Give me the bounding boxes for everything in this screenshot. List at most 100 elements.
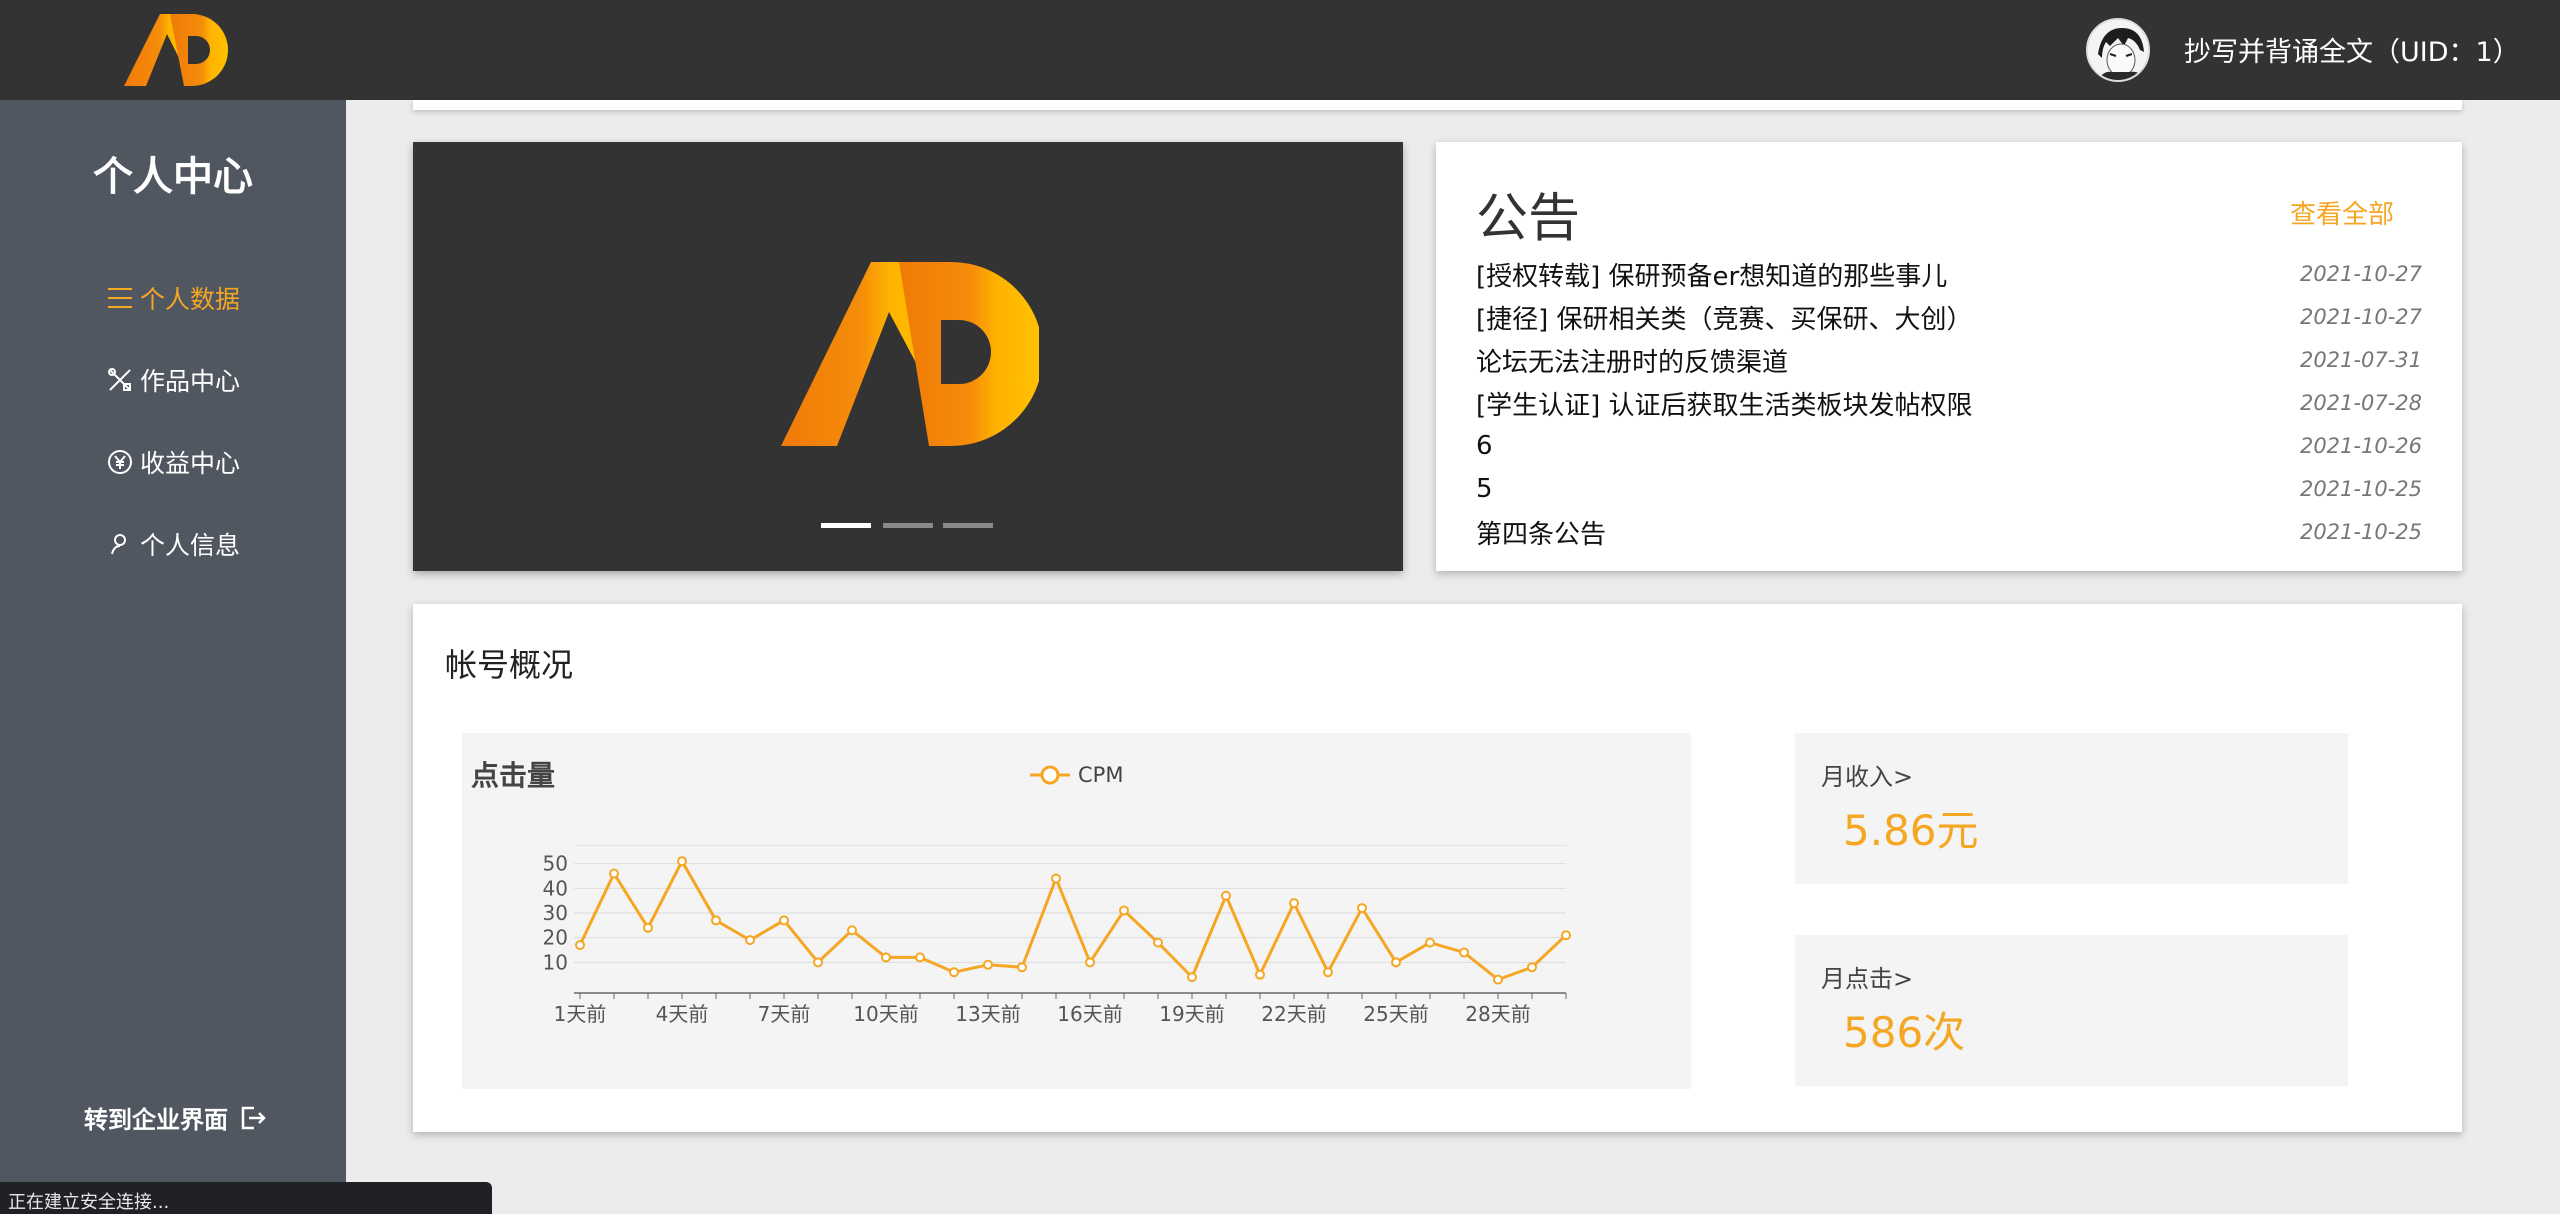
- x-tick-label: 22天前: [1261, 1002, 1326, 1026]
- notice-item[interactable]: [学生认证] 认证后获取生活类板块发帖权限 2021-07-28: [1476, 383, 2422, 423]
- data-point: [1085, 957, 1095, 968]
- notice-item[interactable]: 第四条公告 2021-10-25: [1476, 512, 2422, 552]
- notice-item[interactable]: 6 2021-10-26: [1476, 426, 2422, 466]
- brand-logo[interactable]: [122, 12, 228, 90]
- sidebar-title: 个人中心: [93, 154, 253, 200]
- brand-logo-large: [781, 262, 1039, 446]
- data-point: [1561, 930, 1571, 941]
- data-point: [1153, 937, 1163, 948]
- notice-item-date: 2021-07-31: [2299, 348, 2422, 372]
- data-point: [1323, 967, 1333, 978]
- notice-item[interactable]: [捷径] 保研相关类（竞赛、买保研、大创） 2021-10-27: [1476, 297, 2422, 337]
- data-point: [1527, 962, 1537, 973]
- tools-icon: [106, 366, 134, 394]
- data-point: [915, 952, 925, 963]
- data-point: [1017, 962, 1027, 973]
- data-point: [1357, 903, 1367, 914]
- data-point: [711, 915, 721, 926]
- data-point: [1051, 873, 1061, 884]
- data-point: [677, 856, 687, 867]
- user-avatar[interactable]: [2086, 18, 2150, 82]
- clicks-chart: 点击量 CPM 10 20 30 40 50 1天前 4天前 7天前 10天前 13天前 16天前 1…: [462, 733, 1691, 1089]
- yen-icon: [106, 448, 134, 476]
- carousel-dot-1[interactable]: [821, 523, 871, 528]
- monthly-clicks-value: 586次: [1843, 1008, 1966, 1057]
- data-point: [1119, 905, 1129, 916]
- sidebar-item-label: 个人信息: [139, 531, 240, 560]
- notice-item-title: 论坛无法注册时的反馈渠道: [1476, 347, 1789, 378]
- notice-panel: 公告 查看全部 [授权转载] 保研预备er想知道的那些事儿 2021-10-27…: [1436, 142, 2462, 571]
- carousel-dot-3[interactable]: [943, 523, 993, 528]
- monthly-income-label: 月收入>: [1821, 763, 1914, 791]
- avatar-image: [2088, 20, 2148, 80]
- notice-title: 公告: [1476, 189, 1581, 249]
- data-point: [1391, 957, 1401, 968]
- sidebar-item-label: 个人数据: [139, 285, 240, 314]
- username-label[interactable]: 抄写并背诵全文（UID：1）: [2184, 30, 2520, 69]
- notice-item-title: [授权转载] 保研预备er想知道的那些事儿: [1476, 261, 1948, 292]
- notice-item-title: [学生认证] 认证后获取生活类板块发帖权限: [1476, 390, 1973, 421]
- x-tick-label: 1天前: [554, 1002, 607, 1026]
- banner-carousel[interactable]: [413, 142, 1403, 571]
- chart-canvas: 点击量 CPM 1020304050 1天前 4天前 7天前 10天前 13天前 16天前 1…: [471, 759, 1571, 1026]
- legend-label: CPM: [1078, 763, 1123, 787]
- y-tick-label: 20: [543, 926, 568, 950]
- data-point: [1289, 898, 1299, 909]
- sidebar-item-works[interactable]: 作品中心: [0, 358, 346, 402]
- data-point: [847, 925, 857, 936]
- data-point: [881, 952, 891, 963]
- y-tick-label: 40: [543, 876, 568, 900]
- notice-item-date: 2021-10-25: [2299, 477, 2422, 501]
- data-point: [1425, 937, 1435, 948]
- carousel-dot-2[interactable]: [883, 523, 933, 528]
- sidebar-item-label: 收益中心: [139, 449, 240, 478]
- data-point: [643, 922, 653, 933]
- monthly-income-card[interactable]: 月收入> 5.86元: [1795, 733, 2348, 884]
- data-point: [779, 915, 789, 926]
- logout-icon: [240, 1105, 266, 1131]
- notice-item-date: 2021-10-27: [2299, 305, 2422, 329]
- legend-marker: [1040, 765, 1060, 785]
- account-overview-panel: 帐号概况 点击量 CPM 10 20 30 40 50 1天前 4天前 7天前 10天前 13天前…: [413, 604, 2462, 1132]
- sidebar-item-personal-data[interactable]: 个人数据: [0, 276, 346, 320]
- data-point: [1459, 947, 1469, 958]
- notice-item-title: 5: [1476, 474, 1493, 504]
- sidebar-item-income[interactable]: 收益中心: [0, 440, 346, 484]
- data-point: [813, 957, 823, 968]
- notice-item-title: [捷径] 保研相关类（竞赛、买保研、大创）: [1476, 304, 1973, 335]
- menu-icon: [106, 284, 134, 312]
- notice-item-date: 2021-07-28: [2299, 391, 2422, 415]
- top-bar: 抄写并背诵全文（UID：1）: [0, 0, 2560, 100]
- data-point: [1255, 969, 1265, 980]
- sidebar-item-profile[interactable]: 个人信息: [0, 522, 346, 566]
- x-tick-label: 10天前: [853, 1002, 918, 1026]
- monthly-income-value: 5.86元: [1843, 806, 1979, 855]
- notice-item-date: 2021-10-27: [2299, 262, 2422, 286]
- y-tick-label: 30: [543, 901, 568, 925]
- data-point: [1187, 972, 1197, 983]
- data-point: [609, 868, 619, 879]
- notice-item[interactable]: 5 2021-10-25: [1476, 469, 2422, 509]
- chart-legend[interactable]: CPM: [1030, 763, 1123, 787]
- x-tick-label: 19天前: [1159, 1002, 1224, 1026]
- switch-to-enterprise-link[interactable]: 转到企业界面: [84, 1100, 266, 1135]
- notice-item-title: 第四条公告: [1476, 519, 1607, 550]
- data-point: [1493, 974, 1503, 985]
- user-icon: [106, 530, 134, 558]
- monthly-clicks-card[interactable]: 月点击> 586次: [1795, 935, 2348, 1086]
- x-tick-label: 16天前: [1057, 1002, 1122, 1026]
- notice-item[interactable]: [授权转载] 保研预备er想知道的那些事儿 2021-10-27: [1476, 254, 2422, 294]
- data-point: [575, 940, 585, 951]
- notice-item[interactable]: 论坛无法注册时的反馈渠道 2021-07-31: [1476, 340, 2422, 380]
- data-point: [983, 959, 993, 970]
- overview-title: 帐号概况: [445, 646, 574, 684]
- data-point: [1221, 890, 1231, 901]
- previous-card-edge: [413, 100, 2462, 110]
- x-tick-label: 4天前: [656, 1002, 709, 1026]
- chart-title: 点击量: [471, 759, 555, 792]
- data-point: [949, 967, 959, 978]
- switch-label: 转到企业界面: [84, 1106, 228, 1134]
- notice-item-title: 6: [1476, 431, 1493, 461]
- sidebar: 个人中心 个人数据 作品中心 收益中心 个人信息 转到企业界面: [0, 100, 346, 1214]
- view-all-link[interactable]: 查看全部: [2290, 194, 2394, 231]
